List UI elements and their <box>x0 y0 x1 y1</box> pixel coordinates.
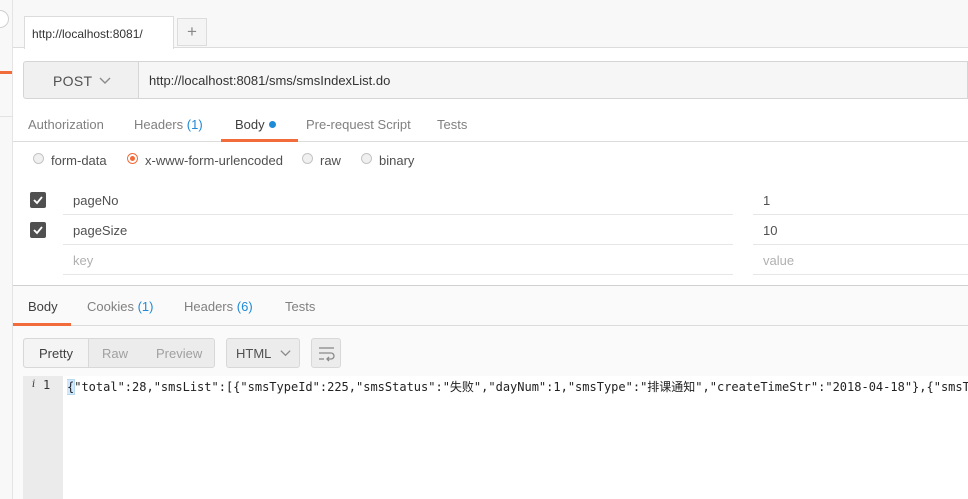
response-tab-cookies[interactable]: Cookies (1) <box>87 299 153 314</box>
chevron-down-icon <box>99 77 111 84</box>
active-tab-indicator <box>221 139 298 142</box>
method-select[interactable]: POST <box>23 61 139 99</box>
param-key[interactable]: pageSize <box>73 223 127 238</box>
language-label: HTML <box>236 346 272 361</box>
param-row: pageSize 10 <box>23 215 968 245</box>
sidebar-edge <box>0 0 13 499</box>
line-gutter: i 1 <box>23 376 63 499</box>
response-code-line: {"total":28,"smsList":[{"smsTypeId":225,… <box>67 378 968 395</box>
response-tab-cookies-count: (1) <box>137 299 154 314</box>
response-tab-tests[interactable]: Tests <box>285 299 315 314</box>
request-tabs: Authorization Headers (1) Body Pre-reque… <box>13 108 968 142</box>
param-value[interactable]: 10 <box>763 223 777 238</box>
pretty-label: Pretty <box>39 346 73 361</box>
preview-button[interactable]: Preview <box>156 346 202 361</box>
response-tab-headers[interactable]: Headers (6) <box>184 299 253 314</box>
line-number: 1 <box>43 378 51 392</box>
url-input[interactable]: http://localhost:8081/sms/smsIndexList.d… <box>139 61 968 99</box>
modified-dot-icon <box>268 121 276 128</box>
format-toggle-group: Pretty Raw Preview <box>23 338 215 368</box>
param-key[interactable]: pageNo <box>73 193 119 208</box>
response-tab-cookies-label: Cookies <box>87 299 134 314</box>
param-checkbox[interactable] <box>30 222 46 238</box>
new-value-input[interactable]: value <box>763 253 794 268</box>
response-tabs: Body Cookies (1) Headers (6) Tests <box>13 290 968 326</box>
response-code-text: "total":28,"smsList":[{"smsTypeId":225,"… <box>74 380 968 394</box>
sidebar-divider <box>0 116 13 117</box>
checkmark-icon <box>33 196 43 205</box>
tab-body-label: Body <box>235 117 265 132</box>
tab-headers-count: (1) <box>186 117 203 132</box>
radio-circle <box>361 153 372 164</box>
tab-body[interactable]: Body <box>235 117 276 132</box>
param-key-underline <box>63 274 733 275</box>
radio-circle <box>302 153 313 164</box>
param-value[interactable]: 1 <box>763 193 770 208</box>
info-icon: i <box>32 379 36 390</box>
language-select[interactable]: HTML <box>226 338 300 368</box>
tab-headers[interactable]: Headers (1) <box>134 117 203 132</box>
new-key-input[interactable]: key <box>73 253 93 268</box>
radio-circle-selected <box>127 153 138 164</box>
raw-button[interactable]: Raw <box>102 346 128 361</box>
param-checkbox[interactable] <box>30 192 46 208</box>
tab-pre-request-script[interactable]: Pre-request Script <box>306 117 411 132</box>
tab-tests[interactable]: Tests <box>437 117 467 132</box>
checkmark-icon <box>33 226 43 235</box>
param-row-empty: key value <box>23 245 968 275</box>
radio-label: raw <box>320 153 341 168</box>
param-row: pageNo 1 <box>23 185 968 215</box>
radio-label: form-data <box>51 153 107 168</box>
param-value-underline <box>753 274 968 275</box>
tab-authorization[interactable]: Authorization <box>28 117 104 132</box>
wrap-lines-icon <box>319 347 335 362</box>
request-tab[interactable]: http://localhost:8081/ <box>24 16 174 49</box>
wrap-lines-button[interactable] <box>311 338 341 368</box>
chevron-down-icon <box>280 350 291 357</box>
radio-label: binary <box>379 153 415 168</box>
sidebar-active-indicator <box>0 71 12 74</box>
radio-label: x-www-form-urlencoded <box>145 153 283 168</box>
request-tab-bar: http://localhost:8081/ + <box>13 0 968 49</box>
radio-circle <box>33 153 44 164</box>
request-url-bar: POST http://localhost:8081/sms/smsIndexL… <box>23 61 968 99</box>
add-tab-button[interactable]: + <box>177 18 207 46</box>
sidebar-circle-icon <box>0 10 9 28</box>
response-body-editor[interactable]: i 1 {"total":28,"smsList":[{"smsTypeId":… <box>23 376 968 499</box>
response-tab-body[interactable]: Body <box>28 299 58 314</box>
tab-headers-label: Headers <box>134 117 184 132</box>
response-tab-headers-count: (6) <box>236 299 253 314</box>
response-tab-headers-label: Headers <box>184 299 234 314</box>
method-label: POST <box>53 73 93 89</box>
active-response-tab-indicator <box>13 323 71 326</box>
